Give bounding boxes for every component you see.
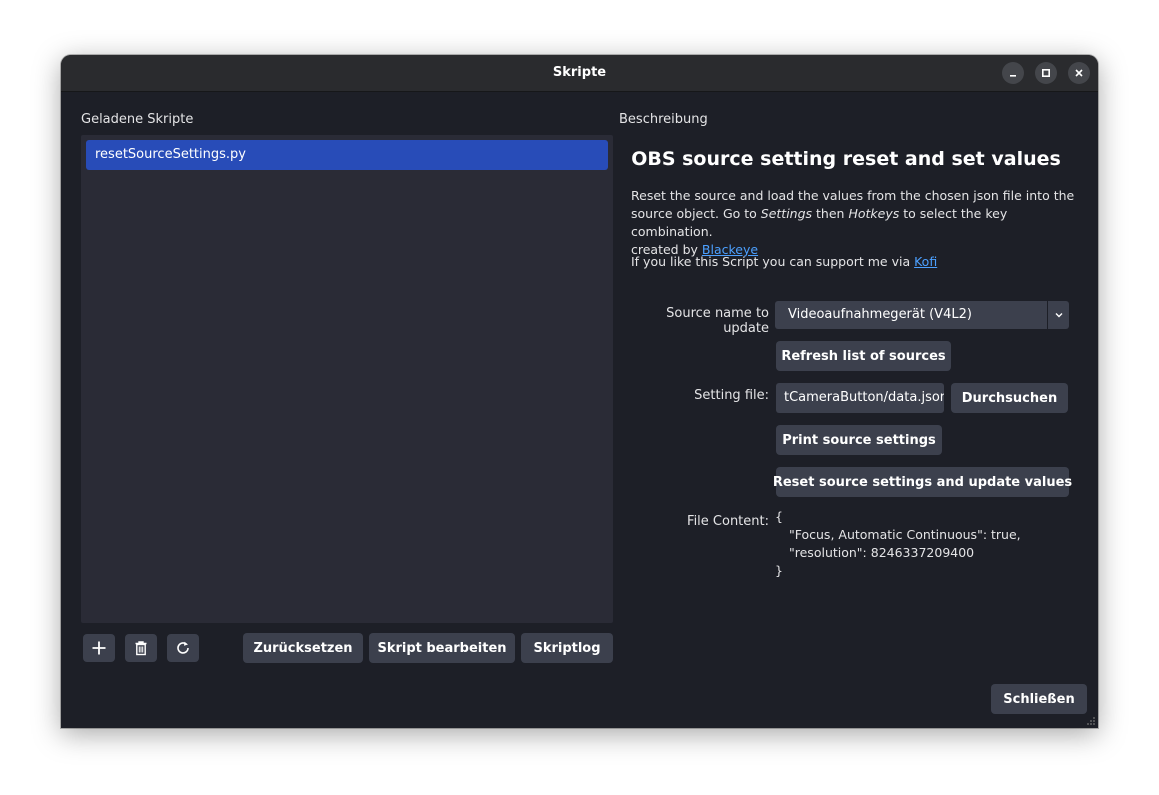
- source-name-select[interactable]: Videoaufnahmegerät (V4L2): [775, 301, 1069, 329]
- chevron-down-icon[interactable]: [1048, 301, 1069, 329]
- hotkeys-emphasis: Hotkeys: [848, 206, 900, 221]
- script-log-button[interactable]: Skriptlog: [521, 633, 613, 663]
- plus-icon: [92, 641, 106, 655]
- scripts-dialog: Skripte Geladene Skripte resetSourceSett…: [61, 55, 1098, 728]
- minimize-button[interactable]: [1002, 62, 1024, 84]
- file-content-line: }: [775, 563, 783, 578]
- description-line-2: source object. Go to Settings then Hotke…: [631, 205, 1081, 241]
- support-text: If you like this Script you can support …: [631, 253, 1081, 271]
- setting-file-input[interactable]: tCameraButton/data.json: [776, 383, 944, 413]
- edit-script-button[interactable]: Skript bearbeiten: [369, 633, 515, 663]
- trash-icon: [135, 641, 147, 656]
- close-button[interactable]: Schließen: [991, 684, 1087, 714]
- description-line-1: Reset the source and load the values fro…: [631, 188, 1075, 203]
- kofi-link[interactable]: Kofi: [914, 254, 937, 269]
- print-source-settings-button[interactable]: Print source settings: [776, 425, 942, 455]
- add-script-button[interactable]: [83, 634, 115, 662]
- scripts-list[interactable]: resetSourceSettings.py: [81, 135, 613, 623]
- reset-source-settings-button[interactable]: Reset source settings and update values: [773, 467, 1072, 497]
- description-label: Beschreibung: [619, 112, 708, 127]
- file-content-line: {: [775, 509, 783, 524]
- resize-grip-icon[interactable]: [1086, 716, 1096, 726]
- file-content-text: { "Focus, Automatic Continuous": true, "…: [775, 508, 1021, 580]
- refresh-sources-button[interactable]: Refresh list of sources: [776, 341, 951, 371]
- loaded-scripts-label: Geladene Skripte: [81, 112, 194, 127]
- source-name-value: Videoaufnahmegerät (V4L2): [788, 307, 972, 322]
- settings-emphasis: Settings: [760, 206, 813, 221]
- reset-scripts-button[interactable]: Zurücksetzen: [243, 633, 363, 663]
- description-text-segment: then: [812, 206, 849, 221]
- source-name-label: Source name to update: [666, 306, 769, 336]
- window-title: Skripte: [552, 65, 607, 80]
- browse-button[interactable]: Durchsuchen: [951, 383, 1068, 413]
- maximize-button[interactable]: [1035, 62, 1057, 84]
- remove-script-button[interactable]: [125, 634, 157, 662]
- file-content-label: File Content:: [687, 514, 769, 529]
- setting-file-label: Setting file:: [694, 388, 769, 403]
- support-text-segment: If you like this Script you can support …: [631, 254, 915, 269]
- minimize-icon: [1010, 75, 1016, 77]
- close-window-button[interactable]: [1068, 62, 1090, 84]
- description-text: Reset the source and load the values fro…: [631, 187, 1081, 259]
- title-bar[interactable]: Skripte: [61, 55, 1098, 92]
- close-icon: [1075, 69, 1083, 77]
- reload-scripts-button[interactable]: [167, 634, 199, 662]
- reload-icon: [177, 641, 189, 654]
- script-list-item[interactable]: resetSourceSettings.py: [86, 140, 608, 170]
- description-text-segment: source object. Go to: [631, 206, 761, 221]
- file-content-line: "resolution": 8246337209400: [789, 545, 975, 560]
- maximize-icon: [1041, 68, 1051, 78]
- file-content-line: "Focus, Automatic Continuous": true,: [789, 527, 1021, 542]
- script-heading: OBS source setting reset and set values: [631, 148, 1061, 170]
